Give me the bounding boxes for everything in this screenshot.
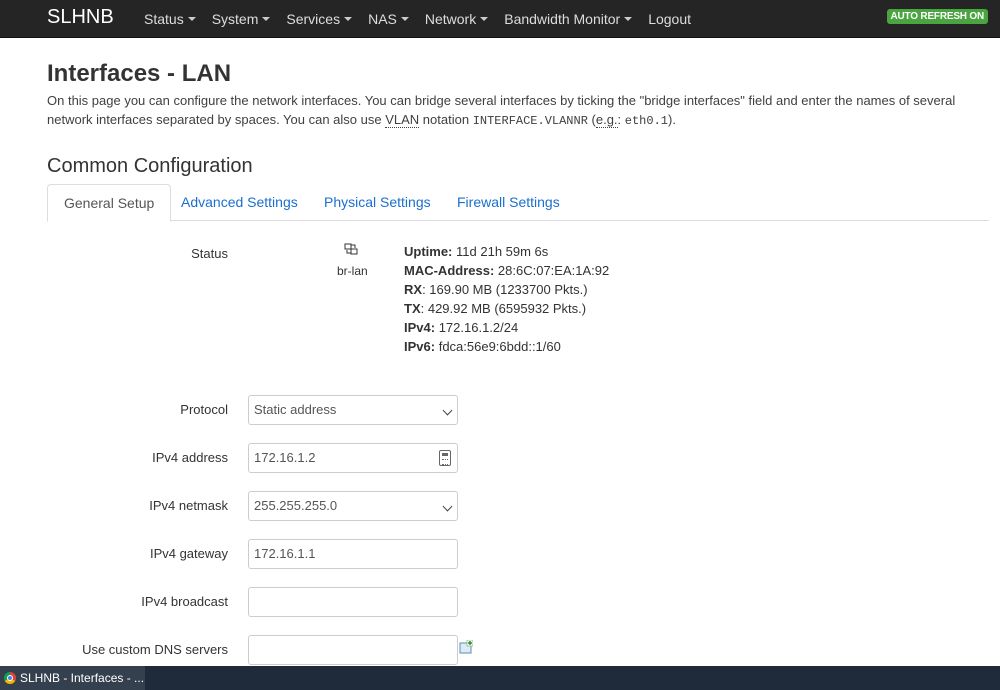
status-label: Status [191,246,228,261]
page-title: Interfaces - LAN [47,60,232,87]
ipv4-label: IPv4: [404,320,436,335]
main-menu: Status System Services NAS Network Bandw… [136,0,699,38]
calculator-icon[interactable] [439,450,451,466]
ipv4-broadcast-label: IPv4 broadcast [141,594,228,609]
uptime-value: 11d 21h 59m 6s [456,244,549,259]
ipv4-broadcast-input[interactable] [248,587,458,617]
mac-row: MAC-Address: 28:6C:07:EA:1A:92 [404,261,609,280]
rx-value: : 169.90 MB (1233700 Pkts.) [422,282,588,297]
interface-name: br-lan [337,264,368,278]
taskbar-item-label: SLHNB - Interfaces - ... [20,671,145,685]
eg-abbr: e.g. [595,112,618,128]
dns-servers-label: Use custom DNS servers [82,642,228,657]
menu-services[interactable]: Services [278,2,360,36]
chevron-down-icon [344,17,353,22]
rx-row: RX: 169.90 MB (1233700 Pkts.) [404,280,609,299]
ipv4-value: 172.16.1.2/24 [438,320,519,335]
desc-text: ( [587,112,596,127]
ipv4-address-label: IPv4 address [152,450,228,465]
taskbar-browser-item[interactable]: SLHNB - Interfaces - ... [0,666,145,690]
interface-status: Uptime: 11d 21h 59m 6s MAC-Address: 28:6… [404,242,609,356]
add-field-icon[interactable] [459,640,473,654]
ipv6-value: fdca:56e9:6bdd::1/60 [438,339,561,354]
menu-network-label: Network [424,11,477,27]
tx-label: TX [404,301,421,316]
tab-physical-settings[interactable]: Physical Settings [308,184,447,221]
ipv4-row: IPv4: 172.16.1.2/24 [404,318,609,337]
os-taskbar: SLHNB - Interfaces - ... [0,666,1000,690]
desc-code: eth0.1 [624,114,668,128]
protocol-label: Protocol [180,402,228,417]
uptime-label: Uptime: [404,244,453,259]
menu-bandwidth-monitor-label: Bandwidth Monitor [504,11,621,27]
menu-system-label: System [211,11,259,27]
mac-value: 28:6C:07:EA:1A:92 [497,263,610,278]
ipv4-netmask-value: 255.255.255.0 [254,498,338,513]
desc-text: : [617,112,625,127]
ipv4-gateway-value: 172.16.1.1 [254,546,316,561]
tx-value: : 429.92 MB (6595932 Pkts.) [420,301,587,316]
section-title: Common Configuration [47,155,253,177]
mac-label: MAC-Address: [404,263,495,278]
ipv4-netmask-label: IPv4 netmask [149,498,228,513]
menu-status-label: Status [144,11,184,27]
bridge-interface-icon [344,243,358,255]
ipv4-netmask-select[interactable]: 255.255.255.0 [248,491,458,521]
rx-label: RX [404,282,423,297]
vlan-abbr: VLAN [385,112,420,128]
menu-nas-label: NAS [368,11,397,27]
chevron-down-icon [400,17,409,22]
desc-text: ). [668,112,676,127]
menu-logout[interactable]: Logout [640,2,699,36]
protocol-value: Static address [254,402,337,417]
chevron-down-icon [624,17,633,22]
ipv4-address-value: 172.16.1.2 [254,450,316,465]
ipv4-gateway-label: IPv4 gateway [149,546,228,561]
desc-code: INTERFACE.VLANNR [472,114,588,128]
chrome-icon [4,672,16,684]
chevron-down-icon [442,405,453,416]
protocol-select[interactable]: Static address [248,395,458,425]
menu-bandwidth-monitor[interactable]: Bandwidth Monitor [496,2,640,36]
auto-refresh-badge[interactable]: AUTO REFRESH ON [886,9,988,24]
menu-network[interactable]: Network [417,2,496,36]
settings-tabs: General Setup Advanced Settings Physical… [47,184,989,222]
chevron-down-icon [262,17,271,22]
tx-row: TX: 429.92 MB (6595932 Pkts.) [404,299,609,318]
tab-firewall-settings[interactable]: Firewall Settings [441,184,576,221]
menu-services-label: Services [286,11,341,27]
desc-text: notation [419,112,473,127]
brand-logo[interactable]: SLHNB [47,5,114,29]
tab-general-setup[interactable]: General Setup [47,184,172,222]
ipv4-address-input[interactable]: 172.16.1.2 [248,443,458,473]
uptime-row: Uptime: 11d 21h 59m 6s [404,242,609,261]
top-navbar: SLHNB Status System Services NAS Network… [0,0,1000,38]
ipv6-label: IPv6: [404,339,436,354]
menu-logout-label: Logout [648,11,692,27]
chevron-down-icon [187,17,196,22]
chevron-down-icon [442,501,453,512]
menu-nas[interactable]: NAS [360,2,417,36]
ipv6-row: IPv6: fdca:56e9:6bdd::1/60 [404,337,609,356]
tab-advanced-settings[interactable]: Advanced Settings [165,184,314,221]
dns-servers-input[interactable] [248,635,458,665]
ipv4-gateway-input[interactable]: 172.16.1.1 [248,539,458,569]
menu-system[interactable]: System [204,2,279,36]
menu-status[interactable]: Status [136,2,204,36]
chevron-down-icon [480,17,489,22]
page-description: On this page you can configure the netwo… [47,91,977,131]
